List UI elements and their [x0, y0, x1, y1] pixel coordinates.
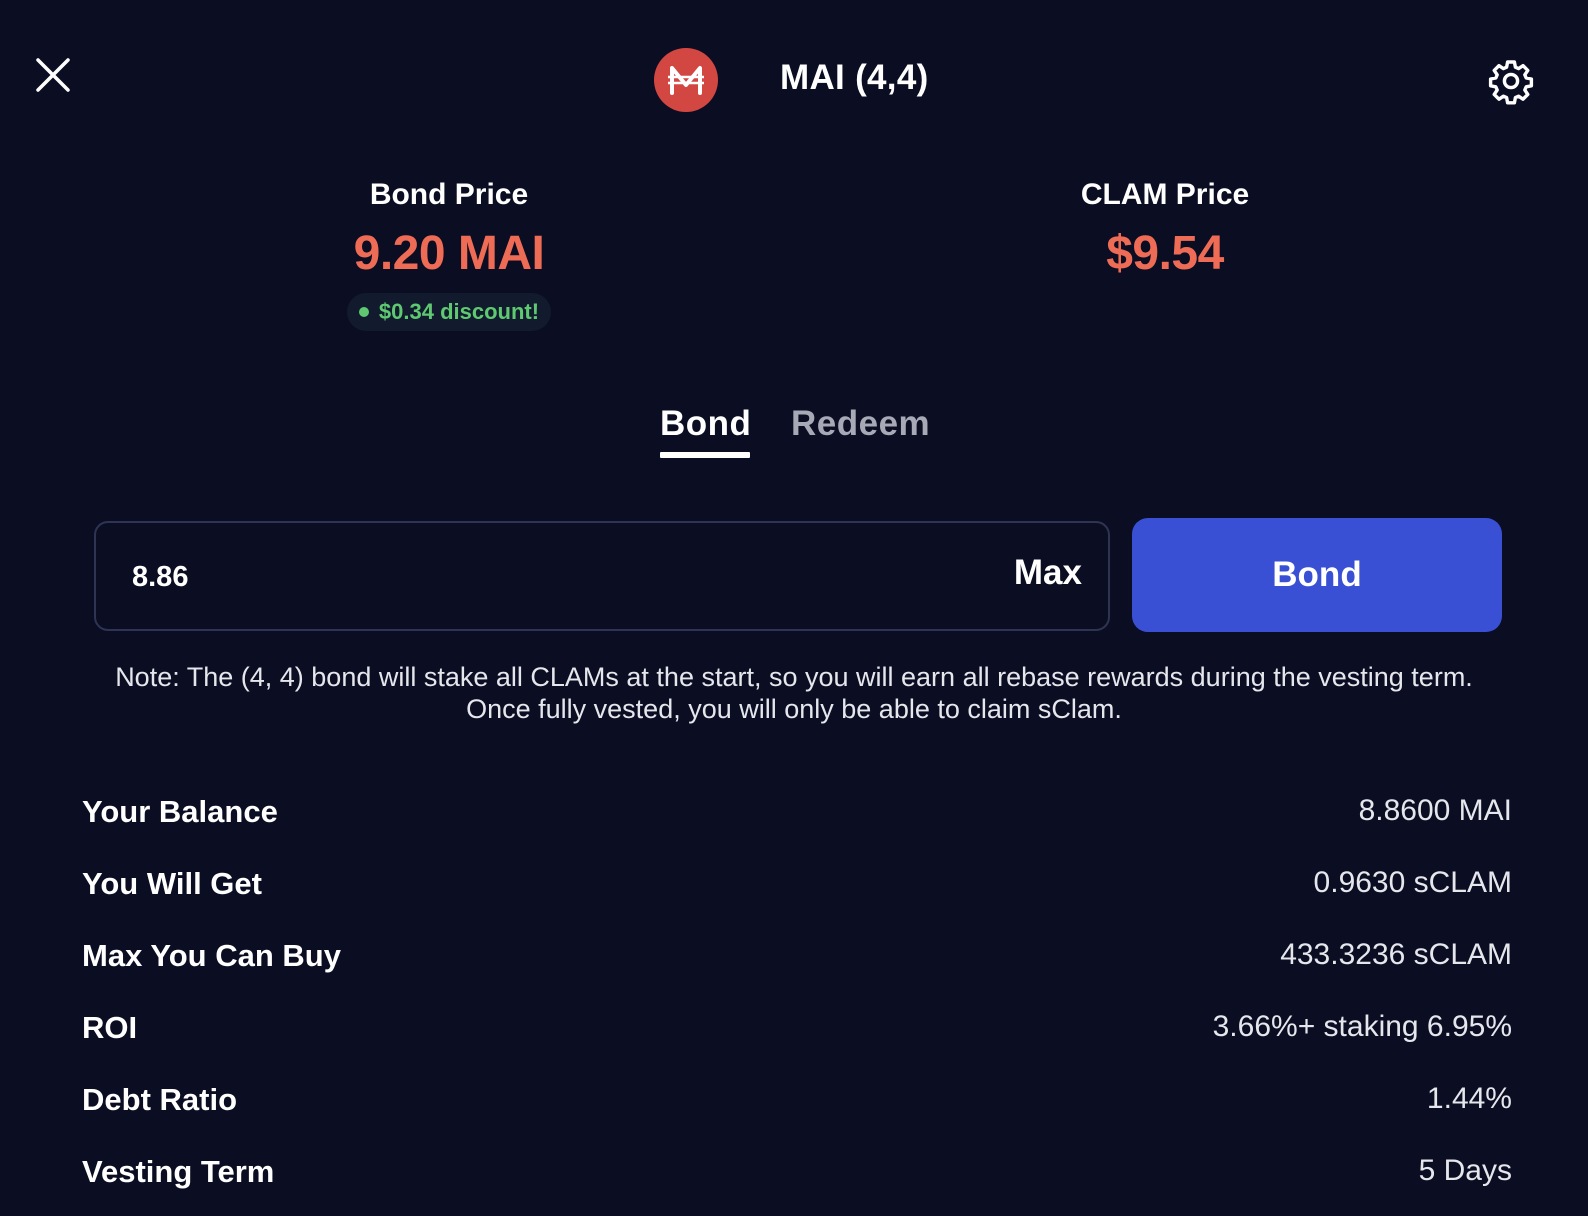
clam-price-section: CLAM Price $9.54 — [955, 178, 1375, 281]
amount-input[interactable] — [132, 555, 932, 599]
detail-row-debt-ratio: Debt Ratio 1.44% — [82, 1082, 1512, 1154]
discount-badge: $0.34 discount! — [346, 293, 552, 331]
amount-field: Max — [94, 521, 1110, 631]
clam-price-value: $9.54 — [1106, 227, 1224, 280]
detail-value: 8.8600 MAI — [1358, 794, 1512, 827]
detail-row-max-you-can-buy: Max You Can Buy 433.3236 sCLAM — [82, 938, 1512, 1010]
gear-icon — [1488, 60, 1534, 105]
detail-value: 1.44% — [1426, 1082, 1512, 1115]
note-line-1: Note: The (4, 4) bond will stake all CLA… — [115, 662, 1473, 692]
close-button[interactable] — [30, 52, 76, 98]
max-button[interactable]: Max — [1014, 553, 1082, 593]
bond-price-section: Bond Price 9.20 MAI $0.34 discount! — [239, 178, 659, 331]
bond-price-label: Bond Price — [369, 178, 529, 211]
bond-modal: MAI (4,4) Bond Price 9.20 MAI $0.34 disc… — [0, 0, 1588, 1216]
discount-text: $0.34 discount! — [378, 299, 540, 324]
tab-redeem[interactable]: Redeem — [791, 404, 930, 444]
detail-row-roi: ROI 3.66%+ staking 6.95% — [82, 1010, 1512, 1082]
mai-token-logo — [654, 48, 718, 112]
close-icon — [36, 58, 70, 92]
detail-label: Vesting Term — [82, 1154, 275, 1189]
status-dot-icon — [358, 307, 369, 317]
clam-price-label: CLAM Price — [1080, 178, 1250, 211]
bond-title: MAI (4,4) — [780, 58, 929, 97]
bond-submit-button[interactable]: Bond — [1132, 518, 1502, 632]
note-line-2: Once fully vested, you will only be able… — [466, 694, 1122, 724]
detail-row-vesting-term: Vesting Term 5 Days — [82, 1154, 1512, 1216]
settings-button[interactable] — [1486, 56, 1536, 106]
detail-label: Max You Can Buy — [82, 938, 341, 973]
detail-label: You Will Get — [82, 866, 262, 901]
detail-row-balance: Your Balance 8.8600 MAI — [82, 794, 1512, 866]
detail-value: 3.66%+ staking 6.95% — [1212, 1010, 1512, 1043]
active-tab-indicator — [660, 452, 750, 458]
detail-value: 5 Days — [1418, 1154, 1512, 1187]
detail-value: 0.9630 sCLAM — [1313, 866, 1512, 899]
bond-details: Your Balance 8.8600 MAI You Will Get 0.9… — [82, 794, 1512, 1216]
bond-note: Note: The (4, 4) bond will stake all CLA… — [60, 661, 1528, 725]
detail-label: Your Balance — [82, 794, 278, 829]
mai-logo-icon — [668, 66, 704, 95]
bond-price-value: 9.20 MAI — [353, 227, 545, 280]
tab-bond[interactable]: Bond — [660, 404, 751, 444]
detail-label: Debt Ratio — [82, 1082, 237, 1117]
detail-value: 433.3236 sCLAM — [1280, 938, 1512, 971]
detail-row-you-will-get: You Will Get 0.9630 sCLAM — [82, 866, 1512, 938]
detail-label: ROI — [82, 1010, 138, 1045]
